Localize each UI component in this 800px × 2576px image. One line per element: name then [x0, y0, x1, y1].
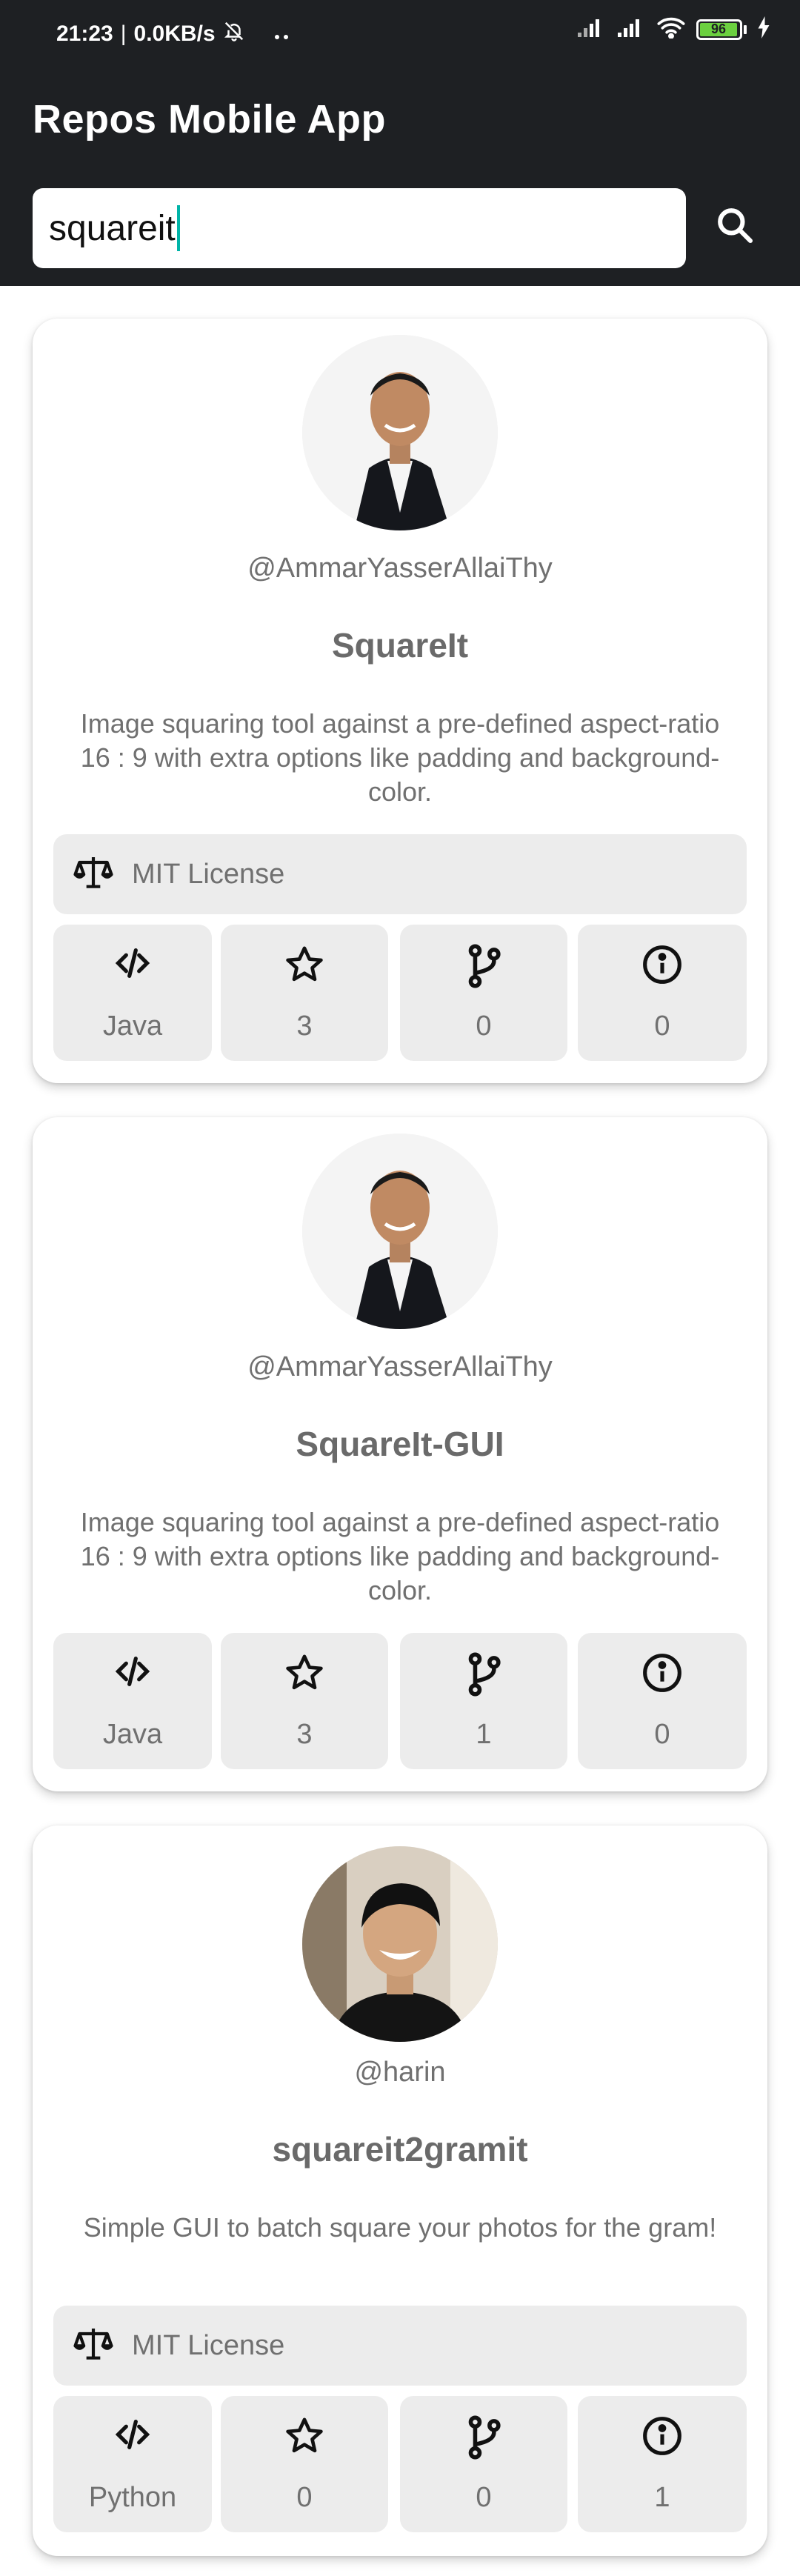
signal-icon	[576, 16, 606, 42]
code-icon	[110, 2415, 155, 2457]
app-bar: Repos Mobile App squareit	[0, 58, 800, 286]
info-icon	[641, 1652, 683, 1697]
signal-icon	[616, 16, 646, 42]
status-separator: |	[120, 21, 127, 46]
info-icon	[641, 944, 683, 989]
app-title: Repos Mobile App	[33, 97, 386, 142]
repo-name[interactable]: squareit2gramit	[33, 2129, 767, 2169]
battery-level: 96	[700, 21, 737, 36]
repo-owner[interactable]: @harin	[33, 2057, 767, 2089]
scale-icon	[73, 2323, 114, 2369]
stars-value: 3	[296, 1011, 313, 1042]
repo-name[interactable]: SquareIt-GUI	[33, 1424, 767, 1464]
code-icon	[110, 944, 155, 986]
license-chip: MIT License	[53, 834, 747, 914]
issues-value: 0	[654, 1011, 670, 1042]
info-icon	[641, 2415, 683, 2460]
forks-stat: 0	[400, 2396, 567, 2532]
bell-off-icon	[223, 20, 245, 48]
fork-icon	[463, 1652, 504, 1700]
stars-stat: 3	[221, 1633, 388, 1769]
status-bar: 21:23 | 0.0KB/s 96	[0, 0, 800, 58]
avatar	[302, 1846, 498, 2042]
search-input[interactable]: squareit	[33, 188, 686, 268]
language-stat: Java	[53, 1633, 212, 1769]
language-value: Java	[102, 1719, 163, 1750]
language-stat: Java	[53, 925, 212, 1061]
status-time: 21:23	[56, 21, 113, 46]
issues-stat: 0	[578, 1633, 747, 1769]
battery-icon: 96	[696, 19, 747, 41]
license-label: MIT License	[132, 858, 285, 890]
stars-stat: 3	[221, 925, 388, 1061]
avatar	[302, 1134, 498, 1329]
star-icon	[284, 1652, 325, 1697]
fork-icon	[463, 944, 504, 992]
search-input-value: squareit	[49, 208, 176, 248]
language-value: Java	[102, 1011, 163, 1042]
issues-stat: 0	[578, 925, 747, 1061]
avatar	[302, 335, 498, 530]
wifi-icon	[656, 16, 686, 42]
scale-icon	[73, 852, 114, 897]
license-chip: MIT License	[53, 2306, 747, 2386]
status-left: 21:23 | 0.0KB/s	[56, 20, 291, 48]
repo-description: Simple GUI to batch square your photos f…	[83, 2212, 717, 2243]
network-speed: 0.0KB/s	[133, 21, 216, 46]
star-icon	[284, 944, 325, 989]
code-icon	[110, 1652, 155, 1694]
text-caret	[176, 205, 180, 251]
repo-owner[interactable]: @AmmarYasserAllaiThy	[33, 1351, 767, 1383]
forks-stat: 1	[400, 1633, 567, 1769]
search-icon	[714, 204, 756, 250]
forks-stat: 0	[400, 925, 567, 1061]
stars-value: 0	[296, 2482, 313, 2513]
status-right: 96	[576, 16, 770, 42]
fork-icon	[463, 2415, 504, 2463]
stars-value: 3	[296, 1719, 313, 1750]
star-icon	[284, 2415, 325, 2460]
repo-description: Image squaring tool against a pre-define…	[80, 708, 720, 807]
more-dots-icon	[273, 21, 291, 47]
repo-card[interactable]: @harin squareit2gramit Simple GUI to bat…	[33, 1826, 767, 2556]
repo-owner[interactable]: @AmmarYasserAllaiThy	[33, 553, 767, 585]
search-button[interactable]	[704, 196, 766, 258]
language-stat: Python	[53, 2396, 212, 2532]
charging-icon	[757, 16, 770, 42]
repo-card[interactable]: @AmmarYasserAllaiThy SquareIt-GUI Image …	[33, 1117, 767, 1791]
forks-value: 0	[476, 1011, 492, 1042]
license-label: MIT License	[132, 2329, 285, 2361]
language-value: Python	[88, 2482, 177, 2513]
issues-value: 1	[654, 2482, 670, 2513]
repo-name[interactable]: SquareIt	[33, 625, 767, 665]
issues-stat: 1	[578, 2396, 747, 2532]
repo-card[interactable]: @AmmarYasserAllaiThy SquareIt Image squa…	[33, 319, 767, 1083]
issues-value: 0	[654, 1719, 670, 1750]
forks-value: 1	[476, 1719, 492, 1750]
stars-stat: 0	[221, 2396, 388, 2532]
forks-value: 0	[476, 2482, 492, 2513]
repo-description: Image squaring tool against a pre-define…	[80, 1507, 720, 1605]
